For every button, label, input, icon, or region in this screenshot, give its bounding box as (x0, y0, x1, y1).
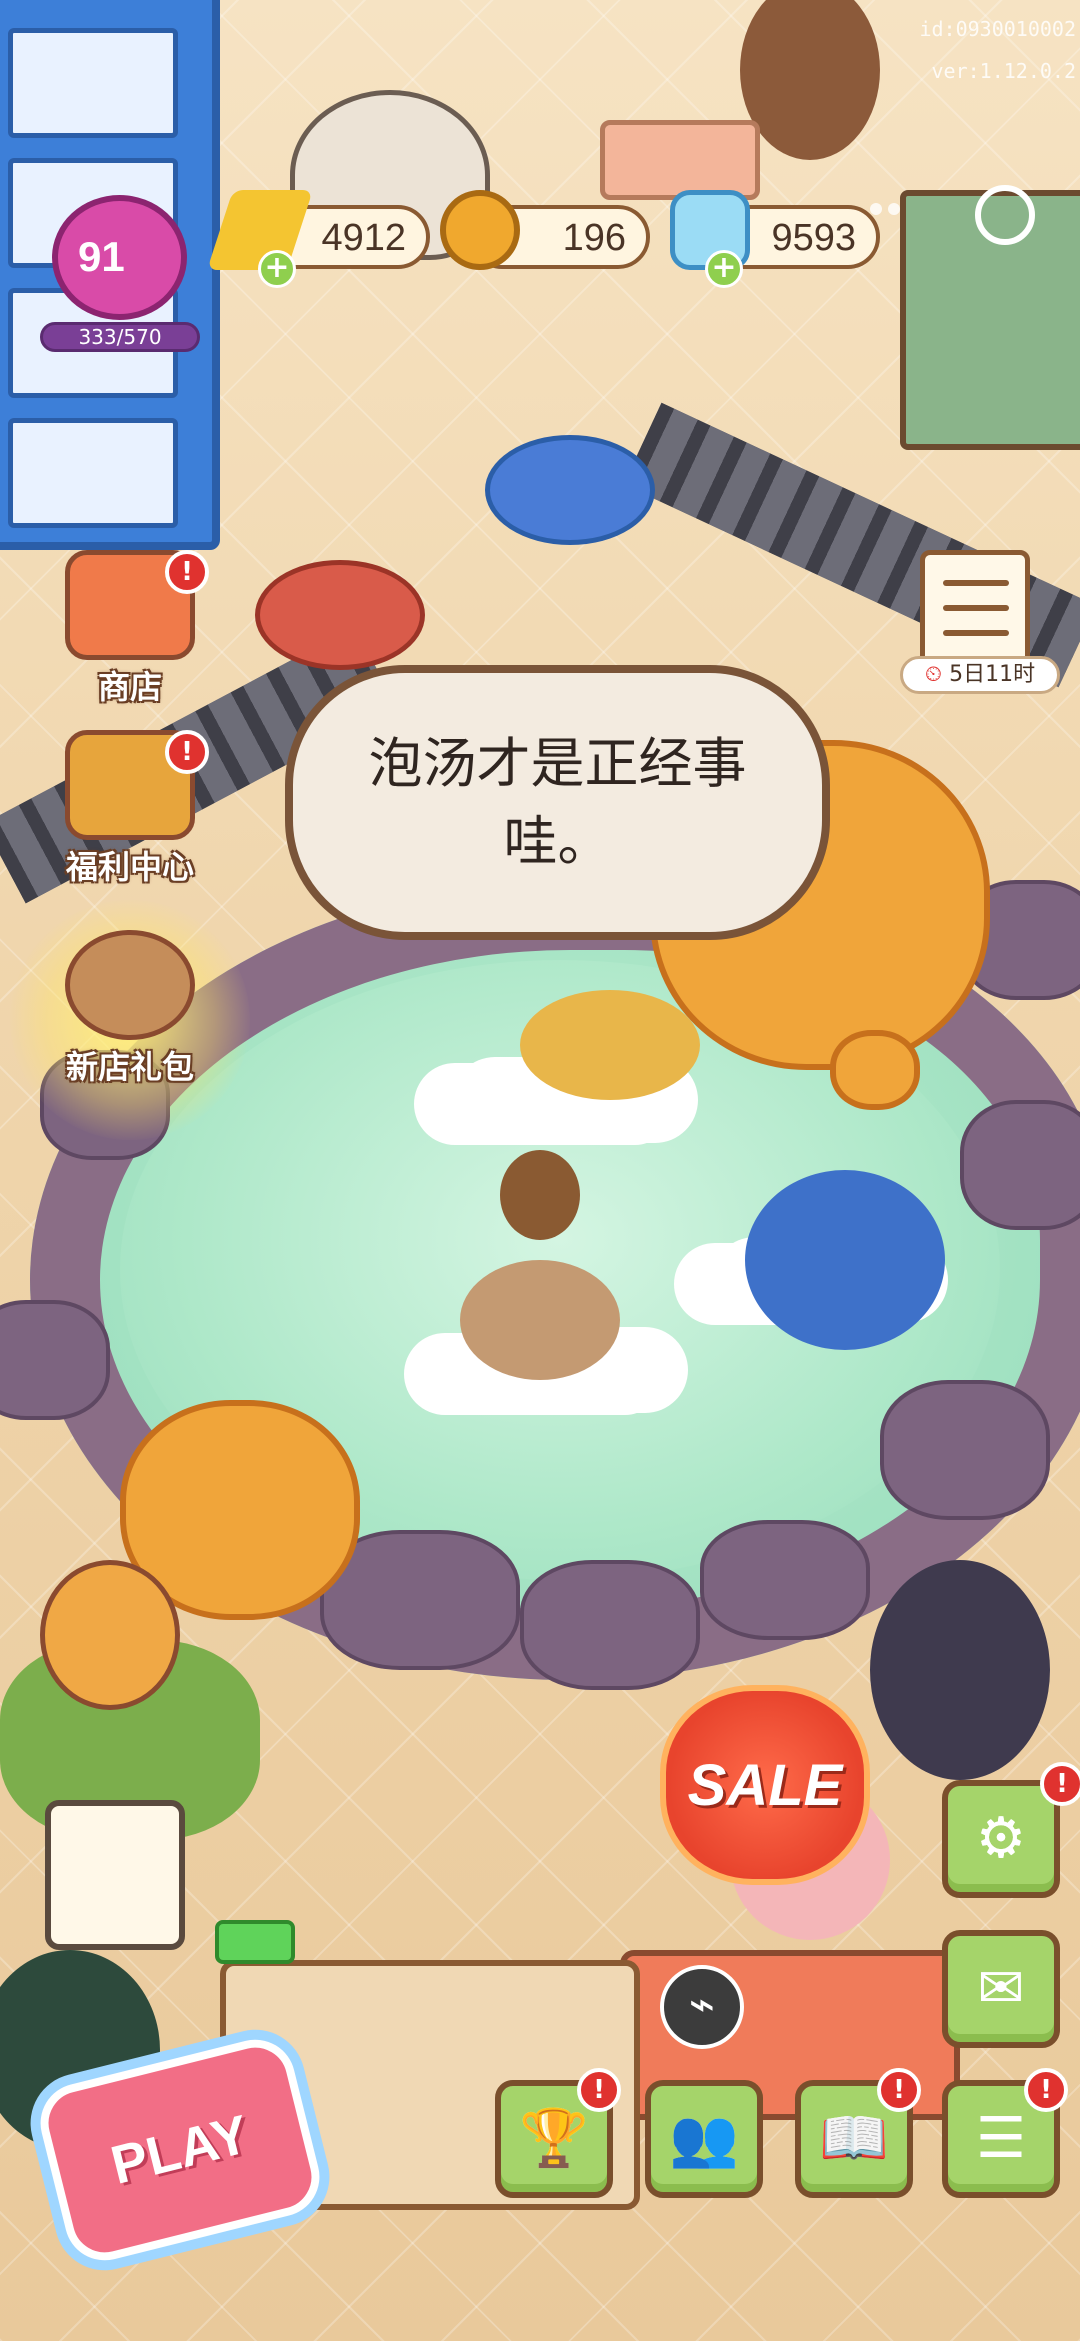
welfare-center-button[interactable]: 福利中心 ! (40, 730, 220, 888)
list-icon: ☰ (975, 2106, 1027, 2171)
clipboard-list-button[interactable] (45, 1800, 185, 1950)
new-store-pack-button[interactable]: 新店礼包 (40, 930, 220, 1088)
gift-pack-icon (65, 930, 195, 1040)
trophy-alert-badge: ! (577, 2068, 621, 2112)
event-timer: ⏲ 5日11时 (900, 656, 1060, 694)
new-store-pack-label: 新店礼包 (65, 1048, 194, 1086)
list-alert-badge: ! (1024, 2068, 1068, 2112)
energy-value: 4912 (321, 217, 406, 259)
reading-character[interactable] (745, 1170, 945, 1350)
book-icon: 📖 (819, 2106, 889, 2171)
coin-value: 196 (562, 217, 626, 259)
build-id: id:0930010002 (919, 17, 1076, 41)
settings-alert-badge: ! (1040, 1762, 1080, 1806)
add-energy-button[interactable]: + (258, 250, 296, 288)
rock (700, 1520, 870, 1640)
gem-value: 9593 (771, 217, 856, 259)
rock (960, 1100, 1080, 1230)
welfare-alert-badge: ! (165, 730, 209, 774)
play-label: PLAY (105, 2104, 255, 2196)
book-button[interactable]: 📖 ! (795, 2068, 921, 2198)
battery-indicator-icon (215, 1920, 295, 1964)
small-pumpkin (830, 1030, 920, 1110)
player-level: 91 (78, 233, 125, 280)
settings-button[interactable]: ⚙ ! (942, 1762, 1080, 1898)
list-menu-button[interactable]: ☰ ! (942, 2068, 1068, 2198)
shop-label: 商店 (97, 668, 162, 706)
cat-customer-character[interactable] (870, 1560, 1050, 1780)
mail-icon: ✉ (977, 1956, 1025, 2021)
trophy-icon: 🏆 (519, 2106, 589, 2171)
locker-door (8, 418, 178, 528)
sale-button[interactable]: SALE (660, 1685, 870, 1885)
shop-button[interactable]: 商店 ! (40, 550, 220, 708)
sale-label: SALE (687, 1752, 843, 1818)
target-icon[interactable] (975, 185, 1035, 245)
xp-bar: 333/570 (40, 322, 200, 352)
speech-bubble: 泡汤才是正经事哇。 (285, 665, 830, 940)
coin-icon (440, 190, 520, 270)
towel-bowl (255, 560, 425, 670)
gear-icon: ⚙ (975, 1806, 1027, 1871)
friends-icon: 👥 (669, 2106, 739, 2171)
capybara-character[interactable] (460, 1260, 620, 1380)
friends-button[interactable]: 👥 (645, 2080, 763, 2198)
broom-clean-button[interactable]: ⌁ (660, 1965, 744, 2049)
book-alert-badge: ! (877, 2068, 921, 2112)
clock-icon: ⏲ (924, 662, 943, 687)
speech-text: 泡汤才是正经事哇。 (368, 731, 747, 873)
mail-button[interactable]: ✉ (942, 1930, 1060, 2048)
doorway-mat (600, 120, 760, 200)
towel-bowl (485, 435, 655, 545)
small-capybara-character[interactable] (500, 1150, 580, 1240)
rock (880, 1380, 1050, 1520)
add-gem-button[interactable]: + (705, 250, 743, 288)
page-dots (870, 200, 906, 219)
build-version: ver:1.12.0.2 (931, 59, 1077, 83)
welfare-center-label: 福利中心 (65, 848, 194, 886)
rock (0, 1300, 110, 1420)
locker-door (8, 28, 178, 138)
debug-info: id:0930010002 ver:1.12.0.2 (919, 8, 1076, 92)
decorate-paint-roller-button[interactable] (40, 1560, 180, 1710)
lifter-character[interactable] (520, 990, 700, 1100)
rock (520, 1560, 700, 1690)
event-timer-text: 5日11时 (949, 662, 1036, 687)
trophy-button[interactable]: 🏆 ! (495, 2068, 621, 2198)
shop-alert-badge: ! (165, 550, 209, 594)
player-level-badge[interactable]: 91 (48, 195, 193, 325)
task-clipboard-icon[interactable] (920, 550, 1030, 670)
